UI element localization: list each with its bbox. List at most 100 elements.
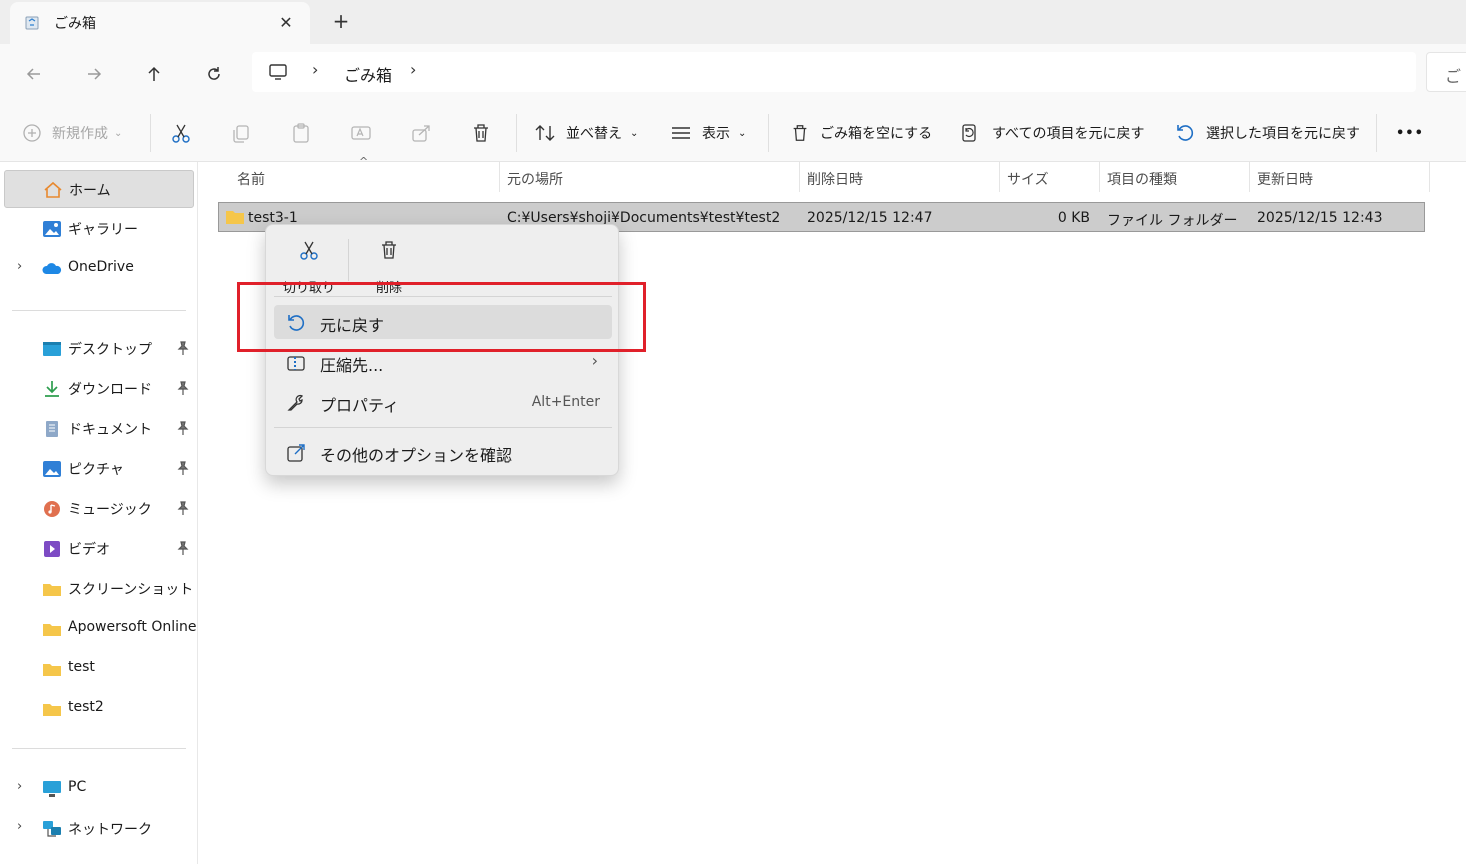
context-delete-button[interactable]: 削除 bbox=[360, 235, 418, 296]
folder-icon bbox=[226, 211, 244, 224]
sidebar-item-pc[interactable]: › PC bbox=[4, 770, 194, 808]
chevron-right-icon[interactable]: › bbox=[17, 779, 22, 794]
search-placeholder: ご bbox=[1445, 67, 1462, 86]
divider bbox=[274, 427, 612, 428]
chevron-right-icon[interactable]: › bbox=[17, 819, 22, 834]
tab-title: ごみ箱 bbox=[54, 16, 96, 32]
sidebar-item-downloads[interactable]: ダウンロード bbox=[4, 370, 194, 408]
sidebar-item-screenshots[interactable]: スクリーンショット bbox=[4, 570, 194, 608]
column-separator[interactable] bbox=[1249, 162, 1250, 192]
video-icon bbox=[44, 541, 60, 557]
menu-item-more-options[interactable]: その他のオプションを確認 bbox=[274, 435, 612, 469]
chevron-right-icon: › bbox=[591, 351, 598, 370]
pin-icon[interactable] bbox=[176, 420, 190, 436]
sidebar-item-onedrive[interactable]: › OneDrive bbox=[4, 250, 194, 288]
home-icon bbox=[44, 181, 62, 198]
back-button[interactable] bbox=[18, 58, 50, 90]
menu-item-restore[interactable]: 元に戻す bbox=[274, 305, 612, 339]
sidebar-item-test[interactable]: test bbox=[4, 650, 194, 688]
sidebar-item-music[interactable]: ミュージック bbox=[4, 490, 194, 528]
restore-all-icon bbox=[962, 124, 976, 142]
breadcrumb-recycle-bin[interactable]: ごみ箱 bbox=[344, 62, 392, 86]
restore-all-button[interactable]: すべての項目を元に戻す bbox=[958, 118, 1144, 148]
new-tab-button[interactable]: + bbox=[328, 8, 354, 34]
column-header-type[interactable]: 項目の種類 bbox=[1107, 169, 1177, 189]
tab-close-icon[interactable]: ✕ bbox=[274, 10, 298, 34]
sidebar-item-label: OneDrive bbox=[68, 259, 134, 275]
pin-icon[interactable] bbox=[176, 380, 190, 396]
sidebar-item-gallery[interactable]: ギャラリー bbox=[4, 210, 194, 248]
sidebar-item-label: ホーム bbox=[69, 183, 111, 199]
sort-button[interactable]: 並べ替え ⌄ bbox=[534, 118, 638, 148]
chevron-right-icon[interactable]: › bbox=[17, 259, 22, 274]
menu-item-label: その他のオプションを確認 bbox=[320, 446, 513, 465]
column-separator[interactable] bbox=[1429, 162, 1430, 192]
up-button[interactable] bbox=[138, 58, 170, 90]
column-header-deleted[interactable]: 削除日時 bbox=[807, 169, 863, 189]
column-header-modified[interactable]: 更新日時 bbox=[1257, 169, 1313, 189]
menu-item-compress[interactable]: 圧縮先... › bbox=[274, 345, 612, 379]
search-input[interactable]: ご bbox=[1426, 52, 1466, 92]
sidebar-item-pictures[interactable]: ピクチャ bbox=[4, 450, 194, 488]
document-icon bbox=[46, 421, 58, 437]
new-button[interactable]: 新規作成 ⌄ bbox=[22, 118, 122, 148]
sidebar-item-desktop[interactable]: デスクトップ bbox=[4, 330, 194, 368]
cut-button[interactable] bbox=[170, 118, 192, 148]
plus-circle-icon bbox=[23, 124, 41, 142]
pin-icon[interactable] bbox=[176, 340, 190, 356]
breadcrumb-chevron[interactable]: › bbox=[410, 60, 416, 79]
menu-item-properties[interactable]: プロパティ Alt+Enter bbox=[274, 385, 612, 419]
divider bbox=[12, 310, 186, 311]
sort-label: 並べ替え bbox=[566, 126, 622, 142]
share-button[interactable] bbox=[410, 118, 432, 148]
sidebar-item-label: ダウンロード bbox=[68, 382, 152, 398]
pin-icon[interactable] bbox=[176, 540, 190, 556]
more-options-button[interactable]: ••• bbox=[1396, 118, 1424, 148]
pin-icon[interactable] bbox=[176, 500, 190, 516]
copy-button[interactable] bbox=[230, 118, 252, 148]
sidebar-item-test2[interactable]: test2 bbox=[4, 690, 194, 728]
tab-recycle-bin[interactable]: ごみ箱 ✕ bbox=[10, 2, 310, 44]
breadcrumb-separator[interactable]: › bbox=[312, 60, 318, 79]
column-separator[interactable] bbox=[499, 162, 500, 192]
empty-bin-button[interactable]: ごみ箱を空にする bbox=[790, 118, 932, 148]
sidebar-item-home[interactable]: ホーム bbox=[4, 170, 194, 208]
forward-button[interactable] bbox=[78, 58, 110, 90]
download-icon bbox=[45, 381, 59, 397]
sidebar-item-label: test2 bbox=[68, 699, 104, 715]
command-bar: 新規作成 ⌄ 並べ替え ⌄ 表示 ⌄ ごみ箱を空にする すべての項目を元に戻す bbox=[0, 102, 1466, 162]
separator bbox=[348, 239, 349, 281]
column-header-name[interactable]: 名前 bbox=[237, 169, 265, 189]
rename-button[interactable] bbox=[350, 118, 372, 148]
pin-icon[interactable] bbox=[176, 460, 190, 476]
separator bbox=[150, 114, 151, 152]
view-button[interactable]: 表示 ⌄ bbox=[670, 118, 746, 148]
refresh-button[interactable] bbox=[198, 58, 230, 90]
column-separator[interactable] bbox=[999, 162, 1000, 192]
restore-selected-button[interactable]: 選択した項目を元に戻す bbox=[1174, 118, 1360, 148]
delete-button[interactable] bbox=[470, 118, 492, 148]
column-separator[interactable] bbox=[1099, 162, 1100, 192]
column-header-size[interactable]: サイズ bbox=[1007, 169, 1049, 189]
chevron-down-icon: ⌄ bbox=[114, 127, 123, 139]
separator bbox=[1376, 114, 1377, 152]
sidebar-item-label: test bbox=[68, 659, 95, 675]
sidebar-item-documents[interactable]: ドキュメント bbox=[4, 410, 194, 448]
address-bar[interactable]: › ごみ箱 › bbox=[252, 52, 1416, 92]
navigation-bar: › ごみ箱 › ご bbox=[0, 44, 1466, 102]
sidebar-item-network[interactable]: › ネットワーク bbox=[4, 810, 194, 848]
scissors-icon bbox=[300, 241, 318, 260]
context-menu: 切り取り 削除 元に戻す 圧縮先... › プロパティ Alt+Enter その… bbox=[265, 224, 619, 476]
clipboard-icon bbox=[293, 123, 309, 143]
menu-item-label: プロパティ bbox=[320, 396, 400, 415]
list-view-icon bbox=[672, 127, 690, 139]
arrow-right-icon bbox=[88, 68, 102, 80]
sidebar-item-videos[interactable]: ビデオ bbox=[4, 530, 194, 568]
rename-icon bbox=[351, 126, 371, 140]
column-separator[interactable] bbox=[799, 162, 800, 192]
paste-button[interactable] bbox=[290, 118, 312, 148]
sidebar-item-label: デスクトップ bbox=[68, 342, 152, 358]
sidebar-item-apowersoft[interactable]: Apowersoft Online bbox=[4, 610, 197, 648]
context-cut-button[interactable]: 切り取り bbox=[280, 235, 338, 296]
column-header-location[interactable]: 元の場所 bbox=[507, 169, 563, 189]
